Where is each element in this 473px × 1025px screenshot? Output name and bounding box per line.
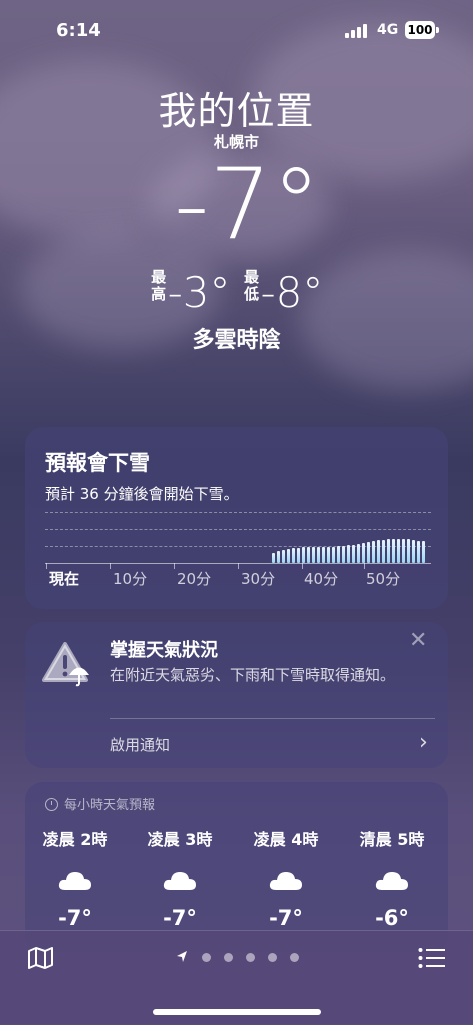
precip-bar [327, 547, 330, 563]
tick-mark [238, 563, 239, 569]
hour-time: 清晨 5時 [359, 830, 425, 849]
precip-bar [342, 546, 345, 563]
status-bar: 6:14 4G 100 [0, 0, 473, 62]
home-indicator [153, 1009, 321, 1015]
cloud-icon [374, 868, 410, 892]
low-temp: -8° [260, 268, 324, 317]
precip-bar [307, 547, 310, 563]
map-icon[interactable] [27, 946, 55, 970]
precip-bar [347, 545, 350, 563]
hour-temp: -7° [163, 906, 197, 930]
list-icon[interactable] [418, 947, 446, 969]
precip-bar [362, 543, 365, 563]
bottom-toolbar [0, 930, 473, 1025]
precip-bar [422, 541, 425, 563]
hour-temp: -6° [375, 906, 409, 930]
enable-notifications-button[interactable]: 啟用通知 [110, 734, 170, 755]
battery-tip [436, 27, 439, 33]
battery-icon: 100 [405, 21, 435, 39]
clock-icon [45, 798, 58, 811]
hourly-header: 每小時天氣預報 [45, 794, 155, 813]
page-dot[interactable] [268, 953, 277, 962]
precip-bar [287, 549, 290, 563]
precip-bar [337, 546, 340, 563]
hour-column: 凌晨 3時 -7° [130, 826, 230, 930]
divider [110, 718, 435, 719]
precip-bar [317, 547, 320, 563]
network-type: 4G [377, 22, 399, 38]
precip-bar [407, 539, 410, 563]
high-low: 最高-3° 最低-8° [0, 268, 473, 318]
location-arrow-icon [177, 951, 187, 962]
precip-desc: 預計 36 分鐘後會開始下雪。 [45, 485, 239, 503]
hourly-forecast-card[interactable]: 每小時天氣預報 凌晨 2時 -7° 凌晨 3時 -7° 凌晨 4時 -7° 清晨… [25, 782, 448, 952]
cloud-icon [57, 868, 93, 892]
high-label: 最高 [151, 268, 167, 303]
page-dot[interactable] [202, 953, 211, 962]
precip-bar [417, 541, 420, 563]
alert-title: 掌握天氣狀況 [110, 640, 218, 661]
precip-bar [297, 548, 300, 563]
hour-column: 清晨 5時 -6° [342, 826, 442, 930]
page-dot[interactable] [246, 953, 255, 962]
precip-bar [272, 553, 275, 563]
tick-mark [302, 563, 303, 569]
signal-icon [345, 24, 371, 38]
low-label: 最低 [243, 268, 259, 303]
hour-temp: -7° [58, 906, 92, 930]
hour-time: 凌晨 2時 [42, 830, 108, 849]
page-dot[interactable] [224, 953, 233, 962]
hourly-header-label: 每小時天氣預報 [64, 798, 156, 813]
condition-text: 多雲時陰 [192, 328, 281, 353]
tick-mark [110, 563, 111, 569]
hour-temp: -7° [269, 906, 303, 930]
tick-20: 20分 [177, 570, 212, 588]
precip-bar [387, 539, 390, 563]
tick-10: 10分 [113, 570, 148, 588]
precip-bar [352, 545, 355, 563]
hour-column: 凌晨 4時 -7° [236, 826, 336, 930]
precip-bar [377, 540, 380, 563]
status-time: 6:14 [56, 20, 101, 41]
precip-bar [292, 548, 295, 563]
chevron-right-icon[interactable]: › [419, 730, 428, 755]
precip-bar [332, 547, 335, 563]
tick-30: 30分 [241, 570, 276, 588]
location-title: 我的位置 [158, 89, 315, 133]
precip-bar [302, 547, 305, 563]
precip-bar [372, 541, 375, 563]
precip-bar [322, 547, 325, 563]
precip-bar [312, 547, 315, 563]
current-temperature: -7° [174, 148, 321, 262]
precip-bar [282, 550, 285, 563]
tick-mark [174, 563, 175, 569]
precip-bar [402, 539, 405, 563]
precip-bars [272, 530, 432, 563]
hour-time: 凌晨 3時 [147, 830, 213, 849]
precip-bar [382, 540, 385, 563]
warning-umbrella-icon [42, 642, 89, 687]
page-dot[interactable] [290, 953, 299, 962]
precip-bar [412, 540, 415, 563]
precip-bar [367, 542, 370, 563]
cloud-icon [162, 868, 198, 892]
precip-bar [357, 544, 360, 563]
chart-gridline [45, 512, 431, 513]
tick-50: 50分 [366, 570, 401, 588]
tick-now: 現在 [49, 570, 80, 588]
precip-bar [397, 539, 400, 563]
hour-time: 凌晨 4時 [253, 830, 319, 849]
alert-desc: 在附近天氣惡劣、下雨和下雪時取得通知。 [110, 666, 396, 684]
close-icon[interactable]: ✕ [409, 628, 427, 653]
high-temp: -3° [167, 268, 231, 317]
precip-bar [277, 551, 280, 563]
cloud-icon [268, 868, 304, 892]
precip-title: 預報會下雪 [45, 451, 150, 475]
tick-40: 40分 [304, 570, 339, 588]
precip-bar [392, 539, 395, 563]
tick-mark [46, 563, 47, 569]
hour-column: 凌晨 2時 -7° [25, 826, 125, 930]
tick-mark [364, 563, 365, 569]
